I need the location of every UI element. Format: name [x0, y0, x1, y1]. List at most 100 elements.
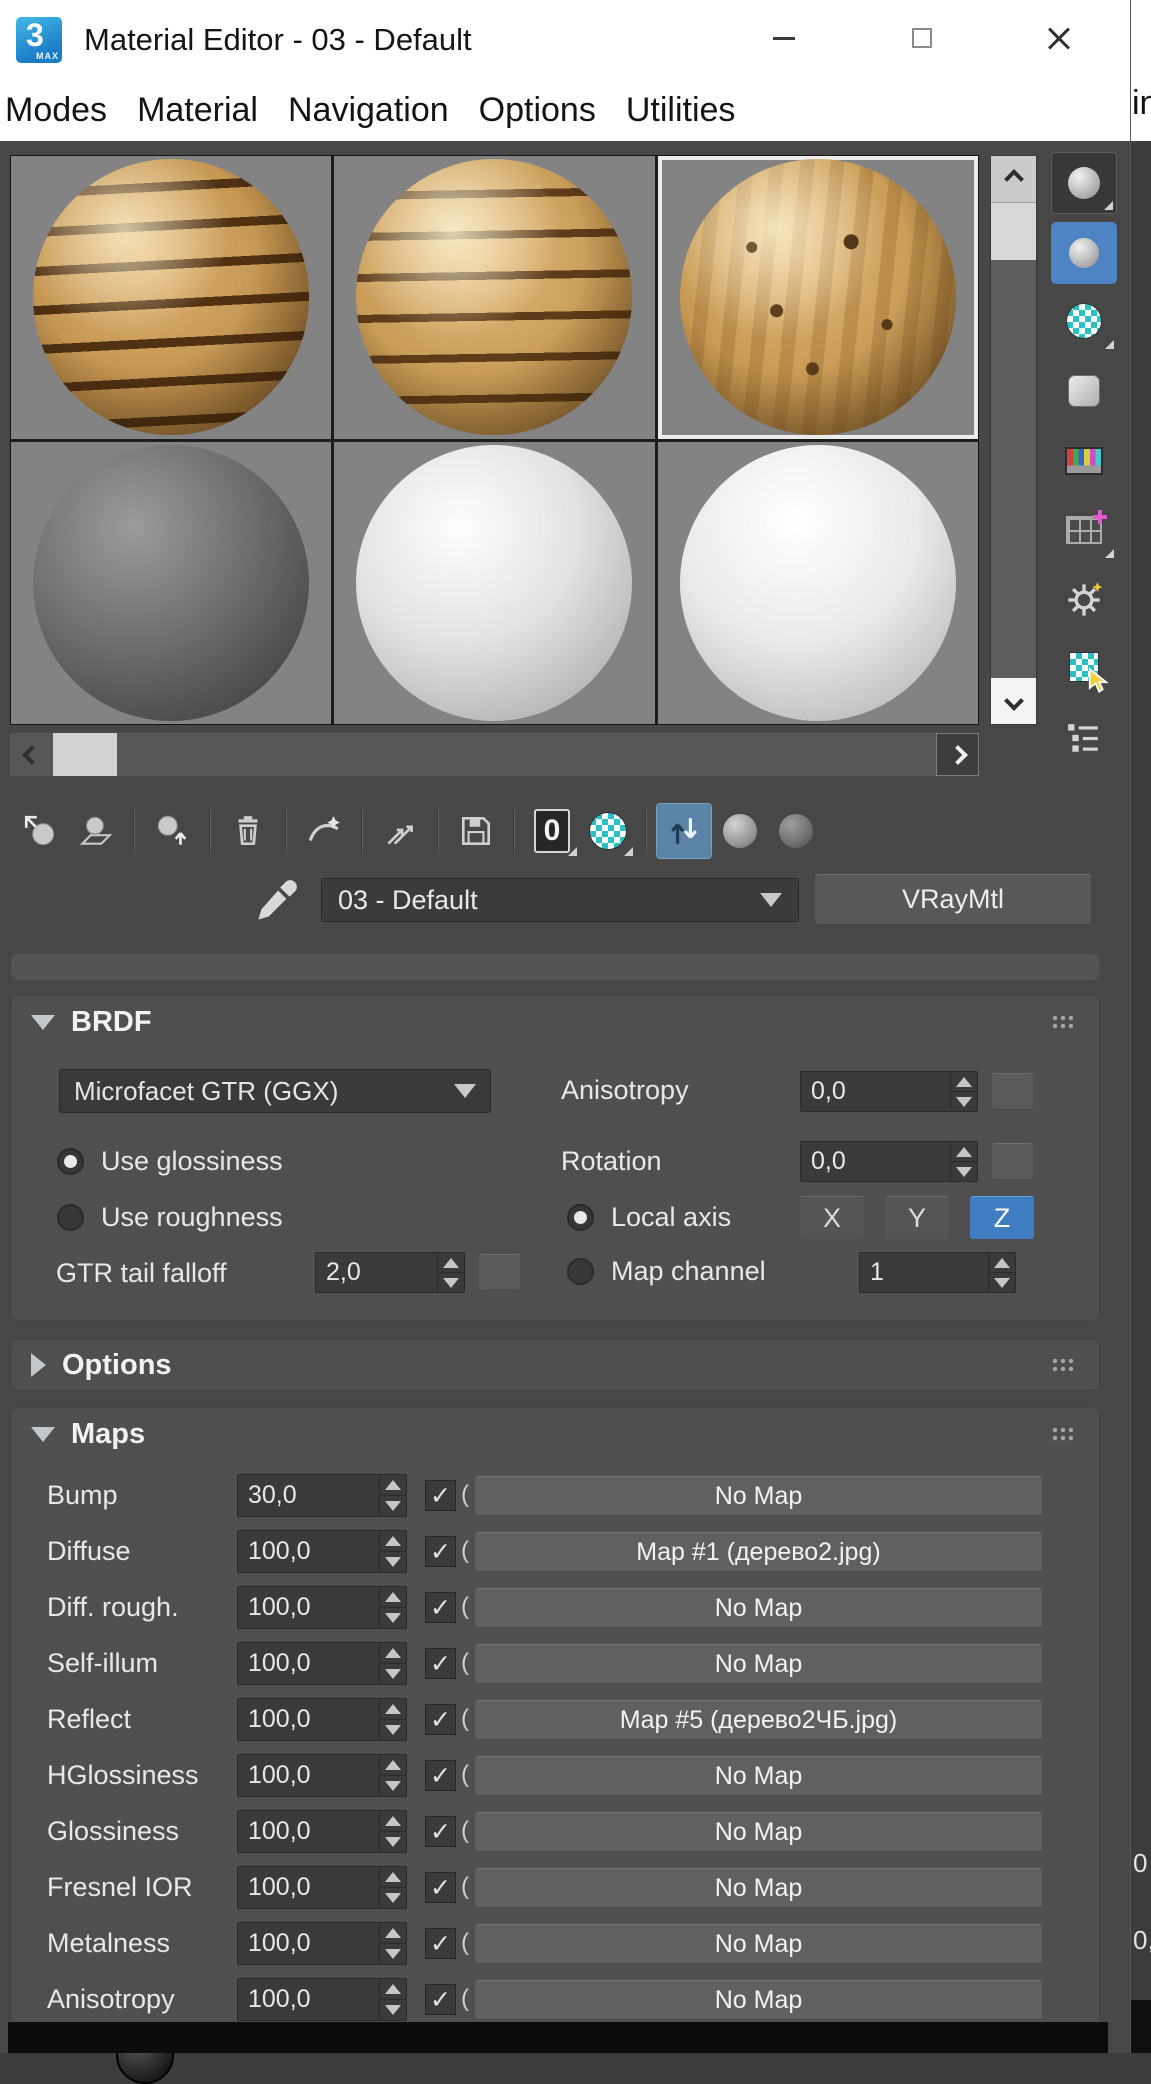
map-enable-checkbox[interactable]: ✓	[425, 1872, 456, 1903]
map-amount-spinner[interactable]: 100,0	[237, 1754, 407, 1797]
material-name-dropdown[interactable]: 03 - Default	[321, 878, 799, 922]
material-id-channel-button[interactable]: 0	[524, 803, 580, 859]
scroll-up-button[interactable]	[991, 156, 1036, 202]
spinner-value[interactable]: 100,0	[238, 1923, 379, 1964]
brdf-type-dropdown[interactable]: Microfacet GTR (GGX)	[59, 1069, 491, 1113]
use-glossiness-radio[interactable]	[57, 1148, 84, 1175]
reset-material-button[interactable]	[220, 803, 276, 859]
map-amount-spinner[interactable]: 100,0	[237, 1922, 407, 1965]
spinner-value[interactable]: 100,0	[238, 1811, 379, 1852]
slots-vertical-scrollbar[interactable]	[990, 155, 1037, 725]
map-slot-button[interactable]: No Map	[475, 1812, 1042, 1852]
spinner-arrows[interactable]	[379, 1643, 406, 1684]
material-type-button[interactable]: VRayMtl	[815, 874, 1091, 924]
map-channel-label[interactable]: Map channel	[611, 1256, 766, 1287]
menu-navigation[interactable]: Navigation	[288, 91, 449, 130]
video-color-check-button[interactable]	[1051, 430, 1117, 492]
put-material-button[interactable]	[144, 803, 200, 859]
vertical-scroll-thumb[interactable]	[991, 202, 1036, 260]
rotation-spinner[interactable]: 0,0	[800, 1141, 978, 1182]
map-enable-checkbox[interactable]: ✓	[425, 1816, 456, 1847]
map-slot-button[interactable]: No Map	[475, 1924, 1042, 1964]
menu-modes[interactable]: Modes	[5, 91, 107, 130]
options-rollout-header[interactable]: Options	[11, 1339, 1099, 1391]
spinner-arrows[interactable]	[379, 1867, 406, 1908]
menu-utilities[interactable]: Utilities	[626, 91, 736, 130]
map-amount-spinner[interactable]: 100,0	[237, 1586, 407, 1629]
spinner-value[interactable]: 0,0	[801, 1072, 950, 1111]
pick-material-from-object-button[interactable]	[252, 876, 300, 933]
drag-grip-icon[interactable]	[1051, 1426, 1073, 1444]
map-slot-button[interactable]: Map #1 (дерево2.jpg)	[475, 1532, 1042, 1572]
make-material-copy-button[interactable]	[296, 803, 352, 859]
spinner-arrows[interactable]	[379, 1699, 406, 1740]
spinner-arrows[interactable]	[379, 1475, 406, 1516]
spinner-arrows[interactable]	[379, 1755, 406, 1796]
anisotropy-spinner[interactable]: 0,0	[800, 1071, 978, 1112]
sample-slot-5[interactable]	[334, 441, 655, 724]
drag-grip-icon[interactable]	[1051, 1357, 1073, 1375]
show-end-result-button-active[interactable]	[656, 803, 712, 859]
put-to-library-button[interactable]	[448, 803, 504, 859]
map-channel-spinner[interactable]: 1	[859, 1252, 1016, 1293]
options-button[interactable]	[1051, 569, 1117, 631]
select-by-material-button[interactable]	[1051, 636, 1117, 698]
map-enable-checkbox[interactable]: ✓	[425, 1760, 456, 1791]
spinner-value[interactable]: 100,0	[238, 1867, 379, 1908]
menu-material[interactable]: Material	[137, 91, 258, 130]
use-glossiness-label[interactable]: Use glossiness	[101, 1146, 283, 1177]
spinner-value[interactable]: 100,0	[238, 1587, 379, 1628]
local-axis-label[interactable]: Local axis	[611, 1202, 731, 1233]
spinner-value[interactable]: 1	[860, 1253, 988, 1292]
brdf-rollout-header[interactable]: BRDF	[11, 996, 1099, 1048]
use-roughness-radio[interactable]	[57, 1204, 84, 1231]
map-slot-button[interactable]: No Map	[475, 1476, 1042, 1516]
map-slot-button[interactable]: No Map	[475, 1868, 1042, 1908]
spinner-value[interactable]: 0,0	[801, 1142, 950, 1181]
map-amount-spinner[interactable]: 30,0	[237, 1474, 407, 1517]
map-enable-checkbox[interactable]: ✓	[425, 1928, 456, 1959]
spinner-arrows[interactable]	[379, 1979, 406, 2020]
maximize-button[interactable]	[890, 6, 954, 70]
axis-x-button[interactable]: X	[800, 1196, 864, 1239]
local-axis-radio[interactable]	[567, 1204, 594, 1231]
spinner-arrows[interactable]	[437, 1253, 464, 1292]
sample-slot-6[interactable]	[657, 441, 978, 724]
map-amount-spinner[interactable]: 100,0	[237, 1978, 407, 2021]
map-enable-checkbox[interactable]: ✓	[425, 1648, 456, 1679]
sample-uv-tiling-button[interactable]	[1051, 360, 1117, 422]
map-slot-button[interactable]: No Map	[475, 1588, 1042, 1628]
sample-slot-4[interactable]	[11, 441, 332, 724]
spinner-arrows[interactable]	[950, 1142, 977, 1181]
material-map-navigator-button[interactable]	[1051, 707, 1117, 769]
map-amount-spinner[interactable]: 100,0	[237, 1810, 407, 1853]
spinner-value[interactable]: 2,0	[316, 1253, 437, 1292]
menu-options[interactable]: Options	[479, 91, 596, 130]
generate-preview-button[interactable]	[1051, 499, 1117, 561]
assign-material-button[interactable]	[68, 803, 124, 859]
spinner-value[interactable]: 100,0	[238, 1643, 379, 1684]
map-enable-checkbox[interactable]: ✓	[425, 1536, 456, 1567]
map-enable-checkbox[interactable]: ✓	[425, 1704, 456, 1735]
anisotropy-map-button[interactable]	[992, 1073, 1033, 1110]
sample-slot-1[interactable]	[11, 156, 332, 439]
spinner-value[interactable]: 100,0	[238, 1755, 379, 1796]
sample-type-button[interactable]	[1051, 152, 1117, 214]
show-shaded-in-viewport-button[interactable]	[580, 803, 636, 859]
scroll-right-button[interactable]	[936, 733, 979, 776]
map-enable-checkbox[interactable]: ✓	[425, 1984, 456, 2015]
backlight-button[interactable]	[1051, 222, 1117, 284]
map-amount-spinner[interactable]: 100,0	[237, 1698, 407, 1741]
scroll-left-button[interactable]	[10, 733, 53, 776]
make-unique-button[interactable]	[372, 803, 428, 859]
spinner-value[interactable]: 30,0	[238, 1475, 379, 1516]
spinner-arrows[interactable]	[379, 1531, 406, 1572]
axis-y-button[interactable]: Y	[885, 1196, 949, 1239]
spinner-value[interactable]: 100,0	[238, 1699, 379, 1740]
spinner-arrows[interactable]	[950, 1072, 977, 1111]
map-channel-radio[interactable]	[567, 1258, 594, 1285]
map-slot-button[interactable]: No Map	[475, 1980, 1042, 2020]
close-button[interactable]	[1027, 6, 1091, 70]
maps-rollout-header[interactable]: Maps	[11, 1408, 1099, 1460]
gtr-tail-falloff-spinner[interactable]: 2,0	[315, 1252, 465, 1293]
